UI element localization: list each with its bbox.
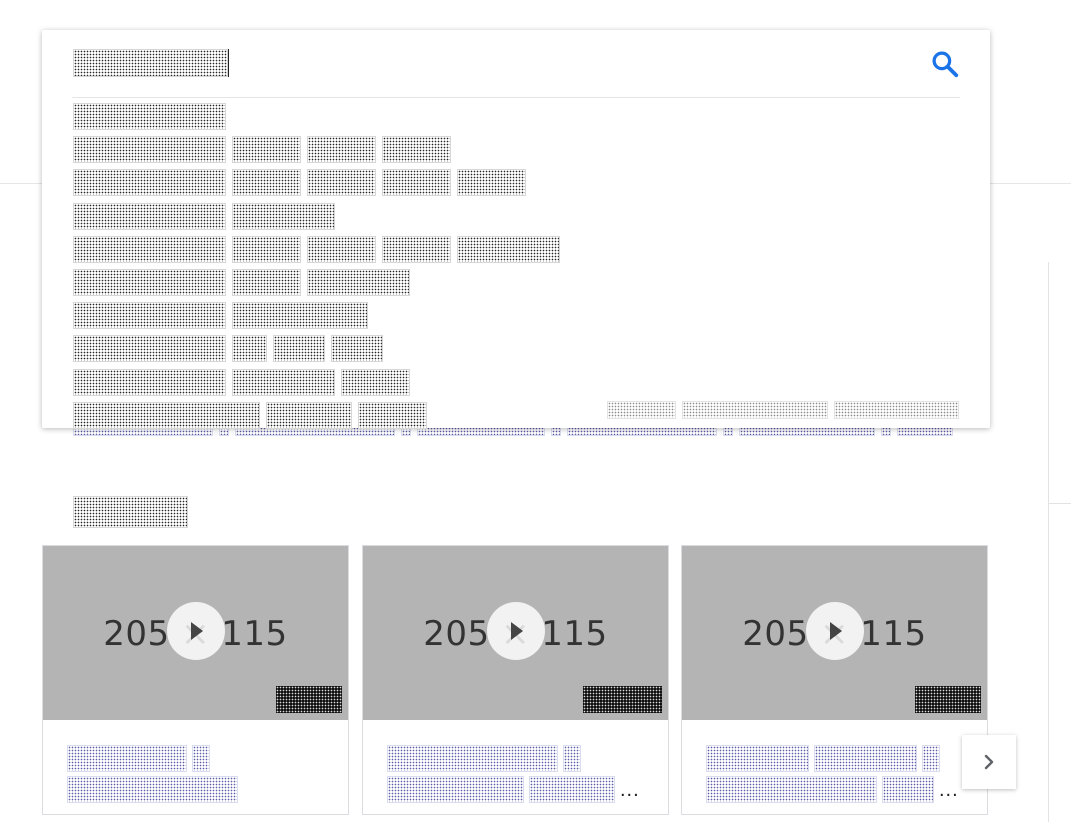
video-title-text: ████████ [387,776,524,803]
suggestion-text: ██████████ [73,269,226,297]
suggestion-text: ████ [232,269,301,297]
search-divider [72,97,960,98]
title-ellipsis: ... [939,778,959,801]
suggestion-item[interactable]: ██████████ ██████ [73,200,963,233]
suggestion-item[interactable]: ██████████ ████ ████ ████ ████ [73,166,963,199]
video-title-text: █ [192,745,210,772]
video-title-text: ██████ [814,745,917,772]
suggestion-text: ██ [232,335,267,363]
video-title-text: ██████████ [67,776,238,803]
suggestion-list: ██████████ ██████████ ████ ████ ████ ███… [73,100,963,432]
search-button[interactable] [927,46,963,82]
dropdown-footer-links: ████ ██████████ █████████ [607,401,959,419]
suggestion-text: ████ [382,136,451,164]
video-title-text: █ [563,745,581,772]
suggestion-text: ███ [273,335,325,363]
play-button[interactable] [806,602,864,660]
video-title-text: ██████ [706,745,809,772]
suggestion-text: ████ [307,169,376,197]
suggestion-text: ████████ [232,302,368,330]
suggestion-item[interactable]: ██████████ ████ ██████ [73,266,963,299]
footer-link[interactable]: ██████████ [682,401,828,419]
suggestion-text: ████ [358,401,427,429]
videos-section-title: ████████ [73,496,188,528]
video-card[interactable]: 205 × 115 ████ ██████████ █ ██████████ [42,545,349,815]
suggestion-text: ████ [232,169,301,197]
suggestion-text: ██████████ [73,103,226,131]
video-title[interactable]: ██████████ █ ██████████ [67,745,327,807]
suggestion-item[interactable]: ██████████ ████████ [73,299,963,332]
text-cursor [228,49,229,77]
video-thumbnail[interactable]: 205 × 115 ████ [43,546,348,720]
play-button[interactable] [487,602,545,660]
search-box: ██████████ ██████████ ██████████ ████ ██… [42,30,990,429]
title-ellipsis: ... [620,778,640,801]
suggestion-text: ████ [341,368,410,396]
video-title-text: █ [922,745,940,772]
chevron-right-icon [984,754,994,770]
suggestion-text: █████ [266,401,352,429]
suggestion-text: ████ [232,136,301,164]
suggestion-text: ██████ [457,235,560,263]
play-icon [511,622,523,640]
suggestion-text: ████ [232,235,301,263]
suggestion-text: ██████████ [73,335,226,363]
suggestion-text: ████ [382,169,451,197]
play-icon [830,622,842,640]
suggestion-text: ████ [382,235,451,263]
suggestion-text: ██████████ [73,368,226,396]
search-icon [932,51,959,78]
suggestion-text: ██████████ [73,302,226,330]
suggestion-item[interactable]: ██████████ ██ ███ ███ [73,332,963,365]
suggestion-item[interactable]: ██████████ [73,100,963,133]
carousel-next-button[interactable] [962,735,1016,789]
video-title[interactable]: ██████████ █ ████████ █████ ... [387,745,647,807]
footer-link[interactable]: ████ [607,401,676,419]
suggestion-item[interactable]: ██████████ ██████ ████ [73,366,963,399]
play-button[interactable] [167,602,225,660]
video-title[interactable]: ██████ ██████ █ ██████████ ███ ... [706,745,966,807]
suggestion-text: ██████████ [73,202,226,230]
video-title-text: █████ [529,776,615,803]
suggestion-text: ████████████ [73,401,260,429]
video-title-text: ██████████ [67,745,187,772]
video-card[interactable]: 205 × 115 ████ ██████████ █ ████████ ███… [362,545,669,815]
video-thumbnail[interactable]: 205 × 115 ████ [682,546,987,720]
video-title-text: ███ [882,776,934,803]
search-bar: ██████████ [42,30,990,97]
suggestion-item[interactable]: ██████████ ████ ████ ████ [73,133,963,166]
panel-divider [1049,503,1071,504]
video-duration: ████ [915,686,981,713]
right-side-panel [1048,262,1071,822]
video-title-text: ██████████ [387,745,558,772]
video-title-text: ██████████ [706,776,877,803]
video-thumbnail[interactable]: 205 × 115 ████ [363,546,668,720]
suggestion-text: ████ [307,136,376,164]
play-icon [191,622,203,640]
video-duration: ████ [276,686,342,713]
video-card[interactable]: 205 × 115 ████ ██████ ██████ █ █████████… [681,545,988,815]
suggestion-text: ██████ [232,368,335,396]
suggestion-text: ██████████ [73,136,226,164]
suggestion-text: ██████ [307,269,410,297]
suggestion-text: ██████████ [73,169,226,197]
suggestion-text: ███ [331,335,383,363]
suggestion-item[interactable]: ██████████ ████ ████ ████ ██████ [73,233,963,266]
search-input[interactable]: ██████████ [73,49,228,77]
suggestion-text: ████ [457,169,526,197]
footer-link[interactable]: █████████ [834,401,959,419]
suggestion-text: ██████ [232,202,335,230]
suggestion-text: ████ [307,235,376,263]
suggestion-text: ██████████ [73,235,226,263]
video-duration: ████ [583,686,662,713]
